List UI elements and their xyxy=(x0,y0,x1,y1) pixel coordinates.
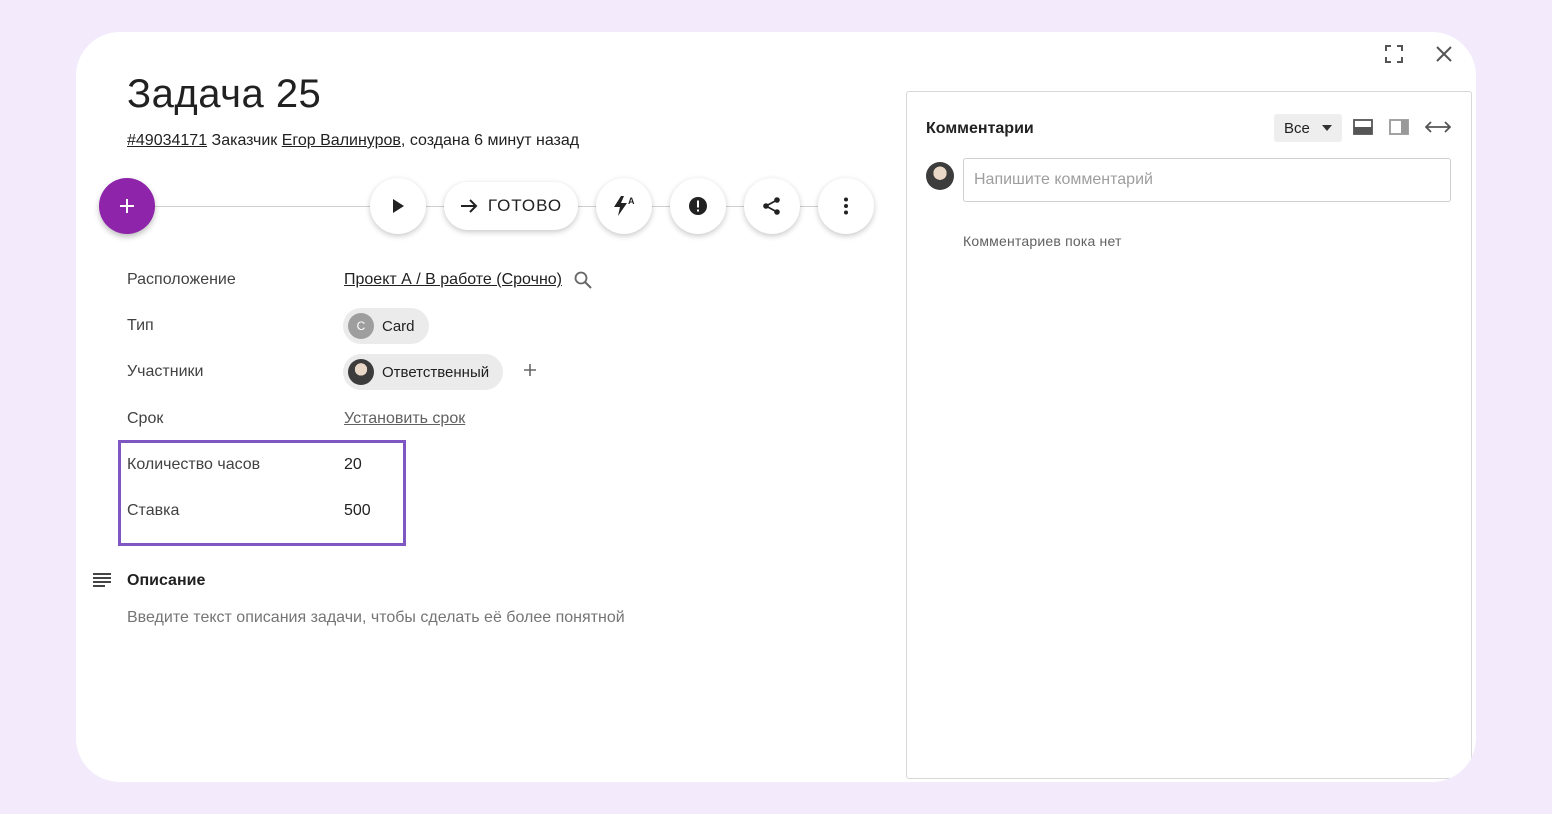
play-icon xyxy=(393,199,404,213)
add-participant-button[interactable] xyxy=(523,363,537,382)
comments-view-controls xyxy=(1353,119,1451,135)
task-id-link[interactable]: #49034171 xyxy=(127,132,207,149)
search-icon[interactable] xyxy=(574,271,592,289)
comments-title: Комментарии xyxy=(926,120,1034,137)
chevron-down-icon xyxy=(1322,125,1332,131)
expand-horizontal-icon[interactable] xyxy=(1425,121,1451,133)
location-field: Проект А / В работе (Срочно) xyxy=(344,271,592,289)
arrow-right-icon xyxy=(460,199,478,213)
customer-prefix: Заказчик xyxy=(211,132,278,149)
task-meta: #49034171 Заказчик Егор Валинуров, созда… xyxy=(127,132,579,150)
start-timer-button[interactable] xyxy=(370,178,426,234)
plus-icon xyxy=(524,364,536,376)
lightning-a-icon: A xyxy=(614,196,635,216)
fullscreen-icon[interactable] xyxy=(1380,40,1408,68)
plus-icon xyxy=(120,199,134,213)
participant-chip[interactable]: Ответственный xyxy=(343,354,504,390)
description-icon xyxy=(92,572,112,595)
customer-link[interactable]: Егор Валинуров xyxy=(282,132,401,149)
location-label: Расположение xyxy=(127,271,236,288)
share-icon xyxy=(763,197,780,215)
set-deadline-link[interactable]: Установить срок xyxy=(344,410,465,428)
priority-button[interactable] xyxy=(670,178,726,234)
comments-panel: Комментарии Все Комментариев пока нет xyxy=(906,91,1472,779)
type-chip-letter: C xyxy=(348,313,374,339)
automation-button[interactable]: A xyxy=(596,178,652,234)
comments-filter-select[interactable]: Все xyxy=(1274,114,1342,142)
deadline-label: Срок xyxy=(127,410,164,427)
avatar xyxy=(348,359,374,385)
dialog-actions xyxy=(1380,40,1458,68)
participant-chip-label: Ответственный xyxy=(382,363,490,381)
task-dialog: Задача 25 #49034171 Заказчик Егор Валину… xyxy=(76,32,1476,782)
description-input[interactable]: Введите текст описания задачи, чтобы сде… xyxy=(127,609,625,627)
done-button[interactable]: ГОТОВО xyxy=(444,182,578,230)
rate-label: Ставка xyxy=(127,502,180,519)
type-chip-label: Card xyxy=(382,317,415,335)
type-chip[interactable]: C Card xyxy=(343,308,429,344)
close-icon[interactable] xyxy=(1430,40,1458,68)
participants-label: Участники xyxy=(127,363,204,380)
description-title: Описание xyxy=(127,572,206,589)
location-link[interactable]: Проект А / В работе (Срочно) xyxy=(344,271,562,289)
share-button[interactable] xyxy=(744,178,800,234)
done-label: ГОТОВО xyxy=(487,196,563,215)
created-time: , создана 6 минут назад xyxy=(400,132,580,149)
hours-label: Количество часов xyxy=(127,456,261,473)
comments-filter-value: Все xyxy=(1284,119,1310,137)
comment-input[interactable] xyxy=(963,158,1451,202)
task-title: Задача 25 xyxy=(127,72,322,116)
more-vertical-icon xyxy=(844,197,848,215)
alert-icon xyxy=(689,197,707,215)
svg-text:A: A xyxy=(628,196,635,206)
hours-value[interactable]: 20 xyxy=(344,456,362,474)
no-comments-text: Комментариев пока нет xyxy=(963,233,1122,249)
set-deadline-label: Установить срок xyxy=(344,410,466,427)
more-button[interactable] xyxy=(818,178,874,234)
layout-side-icon[interactable] xyxy=(1389,119,1409,135)
type-label: Тип xyxy=(127,317,154,334)
rate-value[interactable]: 500 xyxy=(344,502,371,520)
avatar xyxy=(926,162,954,190)
add-button[interactable] xyxy=(99,178,155,234)
layout-bottom-icon[interactable] xyxy=(1353,119,1373,135)
